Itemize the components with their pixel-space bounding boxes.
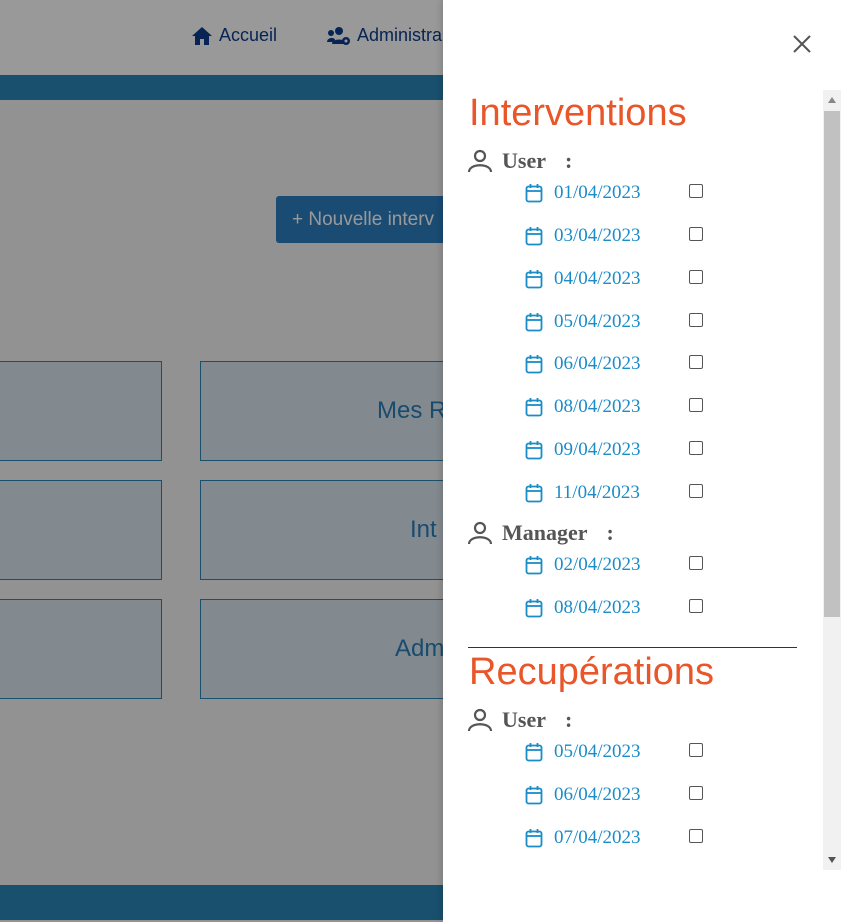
calendar-icon xyxy=(525,226,543,246)
calendar-icon xyxy=(525,598,543,618)
calendar-icon xyxy=(525,743,543,762)
date-item: 08/04/2023 xyxy=(525,596,703,620)
date-checkbox[interactable] xyxy=(689,828,703,843)
recup-user-group-header: User : xyxy=(467,707,572,733)
date-link[interactable]: 06/04/2023 xyxy=(554,353,674,375)
drawer-content[interactable]: Interventions User : 01/04/2023 03/04/202… xyxy=(443,90,823,870)
date-checkbox[interactable] xyxy=(689,269,703,284)
user-colon: : xyxy=(564,148,573,173)
date-link[interactable]: 11/04/2023 xyxy=(554,482,674,504)
date-checkbox[interactable] xyxy=(689,598,703,613)
user-name: User xyxy=(502,707,546,732)
date-item: 01/04/2023 xyxy=(525,181,703,205)
recuperations-title: Recupérations xyxy=(469,651,715,693)
triangle-up-icon xyxy=(828,97,836,103)
date-item: 02/04/2023 xyxy=(525,553,703,577)
date-item: 05/04/2023 xyxy=(525,310,703,334)
manager-name: Manager xyxy=(502,520,588,545)
date-item: 05/04/2023 xyxy=(525,740,703,764)
date-checkbox[interactable] xyxy=(689,226,703,241)
date-item: 03/04/2023 xyxy=(525,224,703,248)
calendar-icon xyxy=(525,312,543,331)
date-link[interactable]: 08/04/2023 xyxy=(554,396,674,418)
date-link[interactable]: 07/04/2023 xyxy=(554,827,674,849)
calendar-icon xyxy=(525,269,543,289)
calendar-icon xyxy=(525,441,543,460)
user-group-header: User : xyxy=(467,148,572,174)
date-item: 06/04/2023 xyxy=(525,783,703,807)
scroll-down-button[interactable] xyxy=(823,850,841,870)
date-checkbox[interactable] xyxy=(689,184,703,198)
date-item: 09/04/2023 xyxy=(525,438,703,462)
date-link[interactable]: 03/04/2023 xyxy=(554,225,674,247)
manager-colon: : xyxy=(606,520,614,545)
person-icon xyxy=(467,149,493,173)
date-checkbox[interactable] xyxy=(689,355,703,370)
calendar-icon xyxy=(525,556,543,575)
interventions-title: Interventions xyxy=(469,92,687,134)
person-icon xyxy=(467,708,493,732)
date-item: 06/04/2023 xyxy=(525,352,703,376)
date-checkbox[interactable] xyxy=(689,556,703,570)
user-name: User xyxy=(502,148,546,173)
calendar-icon xyxy=(525,184,543,203)
date-checkbox[interactable] xyxy=(689,398,703,413)
calendar-icon xyxy=(525,355,543,374)
date-checkbox[interactable] xyxy=(689,785,703,800)
date-checkbox[interactable] xyxy=(689,441,703,456)
date-link[interactable]: 06/04/2023 xyxy=(554,784,674,806)
user-colon: : xyxy=(564,707,573,732)
date-checkbox[interactable] xyxy=(689,312,703,327)
close-button[interactable] xyxy=(788,30,816,58)
date-item: 11/04/2023 xyxy=(525,481,703,505)
triangle-down-icon xyxy=(828,857,836,863)
calendar-icon xyxy=(525,828,543,848)
calendar-icon xyxy=(525,785,543,805)
date-link[interactable]: 02/04/2023 xyxy=(554,554,674,576)
section-divider xyxy=(468,647,797,648)
scroll-thumb[interactable] xyxy=(824,111,840,617)
date-item: 08/04/2023 xyxy=(525,395,703,419)
date-checkbox[interactable] xyxy=(689,483,703,498)
calendar-icon xyxy=(525,398,543,417)
date-checkbox[interactable] xyxy=(689,743,703,757)
person-icon xyxy=(467,521,493,545)
scroll-up-button[interactable] xyxy=(823,90,841,110)
close-icon xyxy=(793,35,811,53)
date-link[interactable]: 01/04/2023 xyxy=(554,182,674,204)
calendar-icon xyxy=(525,483,543,503)
side-drawer: Interventions User : 01/04/2023 03/04/202… xyxy=(443,0,841,922)
date-link[interactable]: 08/04/2023 xyxy=(554,597,674,619)
date-link[interactable]: 05/04/2023 xyxy=(554,311,674,333)
date-link[interactable]: 09/04/2023 xyxy=(554,439,674,461)
drawer-scrollbar[interactable] xyxy=(823,90,841,870)
date-item: 07/04/2023 xyxy=(525,826,703,850)
manager-group-header: Manager : xyxy=(467,520,614,546)
date-link[interactable]: 05/04/2023 xyxy=(554,741,674,763)
date-item: 04/04/2023 xyxy=(525,267,703,291)
date-link[interactable]: 04/04/2023 xyxy=(554,268,674,290)
